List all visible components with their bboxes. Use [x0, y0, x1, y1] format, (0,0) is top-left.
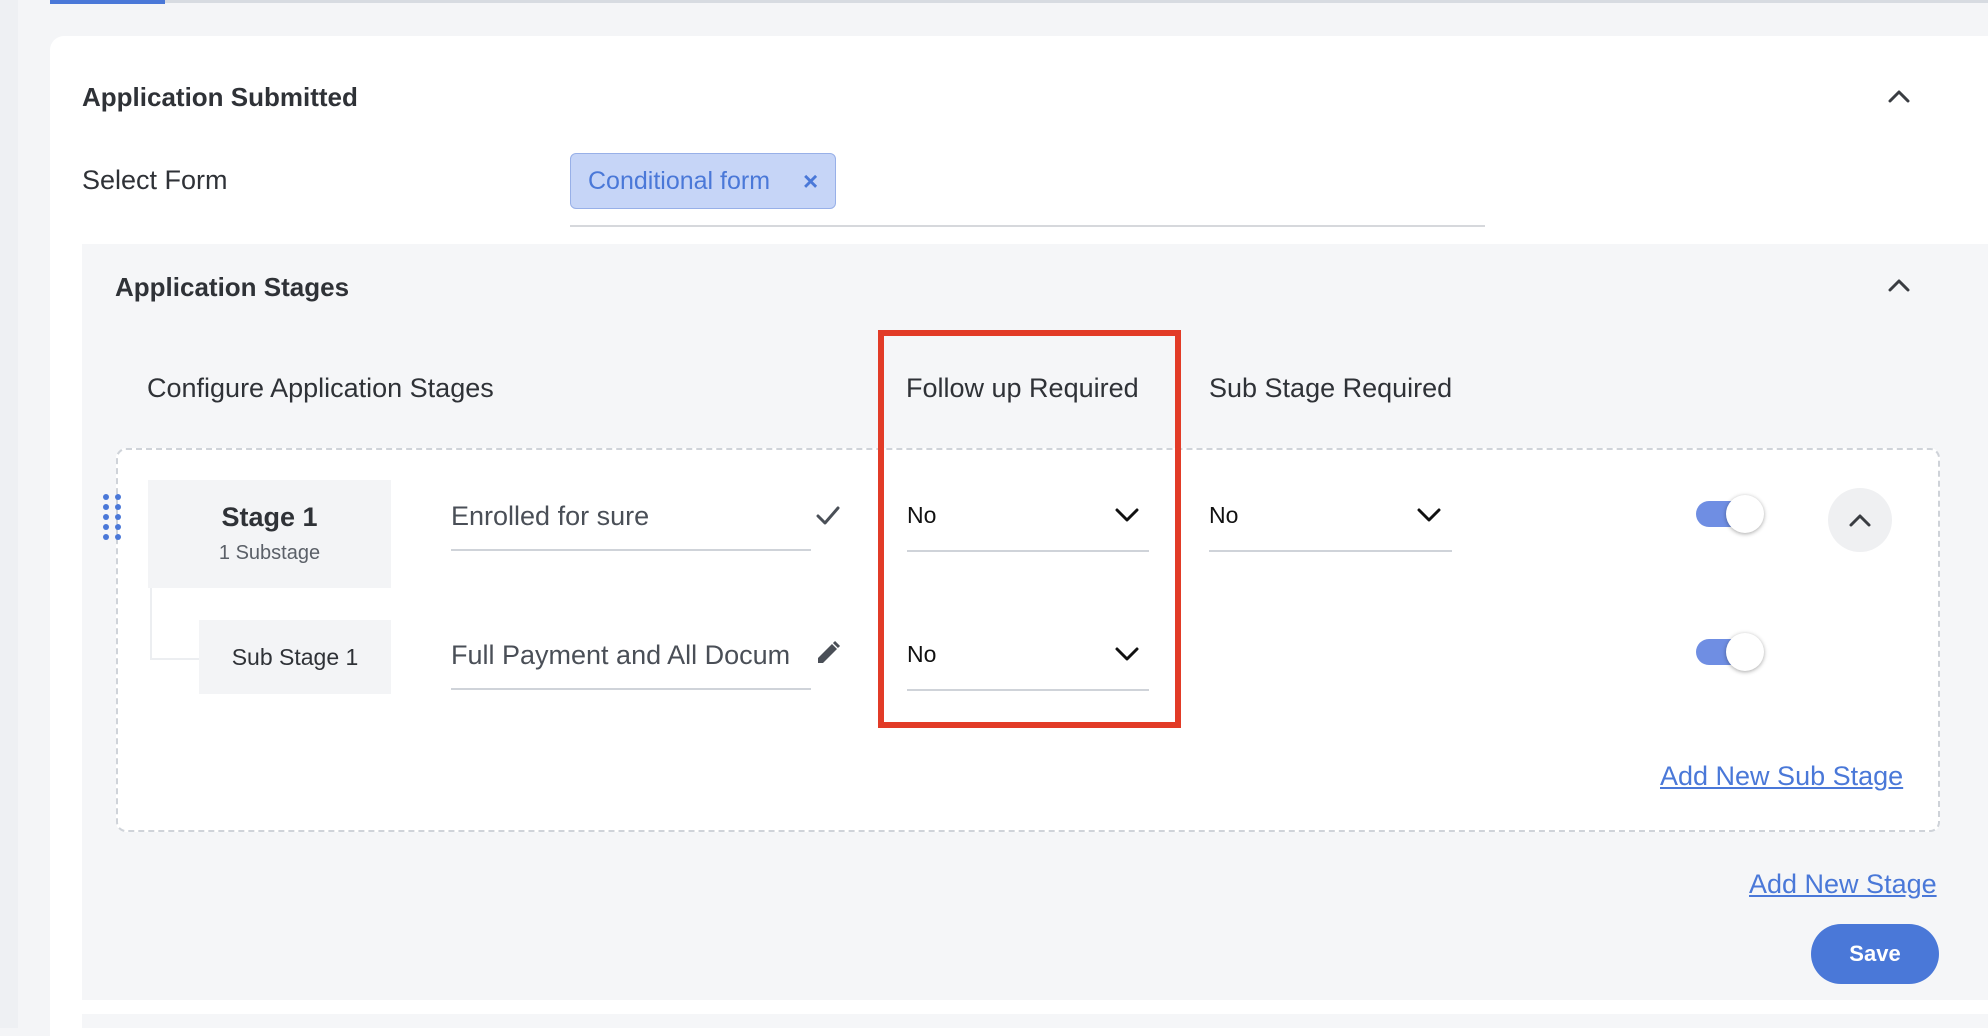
add-new-sub-stage-link[interactable]: Add New Sub Stage: [1660, 761, 1903, 792]
active-tab-indicator: [50, 0, 165, 4]
chevron-up-icon[interactable]: [1885, 83, 1913, 111]
chevron-up-icon[interactable]: [1885, 272, 1913, 300]
form-chip-label: Conditional form: [588, 167, 771, 195]
section-title: Application Submitted: [82, 82, 358, 112]
stages-title: Application Stages: [115, 272, 350, 302]
substage-toggle-knob[interactable]: [1726, 633, 1764, 671]
follow-up-highlight-box: [878, 330, 1181, 728]
tree-connector: [150, 588, 152, 658]
substage-name-underline: [451, 688, 811, 690]
substage-title: Sub Stage 1: [231, 644, 359, 670]
chevron-down-icon[interactable]: [1414, 501, 1444, 529]
stage-title: Stage 1: [221, 502, 318, 532]
add-new-stage-link[interactable]: Add New Stage: [1749, 869, 1937, 900]
sub-stage-dropdown-underline: [1209, 550, 1452, 552]
tree-connector: [150, 658, 200, 660]
select-form-underline: [570, 225, 1485, 227]
stage-name-input[interactable]: Enrolled for sure: [451, 501, 649, 532]
close-icon[interactable]: ×: [803, 166, 818, 197]
drag-handle-icon[interactable]: [100, 493, 124, 541]
sub-stage-required-dropdown[interactable]: No: [1209, 502, 1238, 529]
stage-card: Stage 1 1 Substage: [148, 480, 391, 588]
stage-name-underline: [451, 549, 811, 551]
check-icon[interactable]: [814, 501, 842, 529]
next-section-strip: [82, 1014, 1988, 1028]
top-tab-border: [50, 0, 1988, 3]
stage-toggle-knob[interactable]: [1726, 495, 1764, 533]
substage-card: Sub Stage 1: [199, 620, 391, 694]
substage-name-input[interactable]: Full Payment and All Docum: [451, 640, 790, 671]
column-header-sub-stage: Sub Stage Required: [1209, 373, 1453, 403]
pencil-icon[interactable]: [814, 639, 842, 667]
save-button[interactable]: Save: [1811, 924, 1939, 984]
column-header-configure: Configure Application Stages: [147, 373, 494, 403]
select-form-label: Select Form: [82, 165, 228, 195]
left-strip: [0, 0, 18, 1028]
chevron-up-icon[interactable]: [1846, 507, 1874, 535]
stage-substage-count: 1 Substage: [218, 542, 321, 564]
form-chip[interactable]: Conditional form ×: [570, 153, 836, 209]
